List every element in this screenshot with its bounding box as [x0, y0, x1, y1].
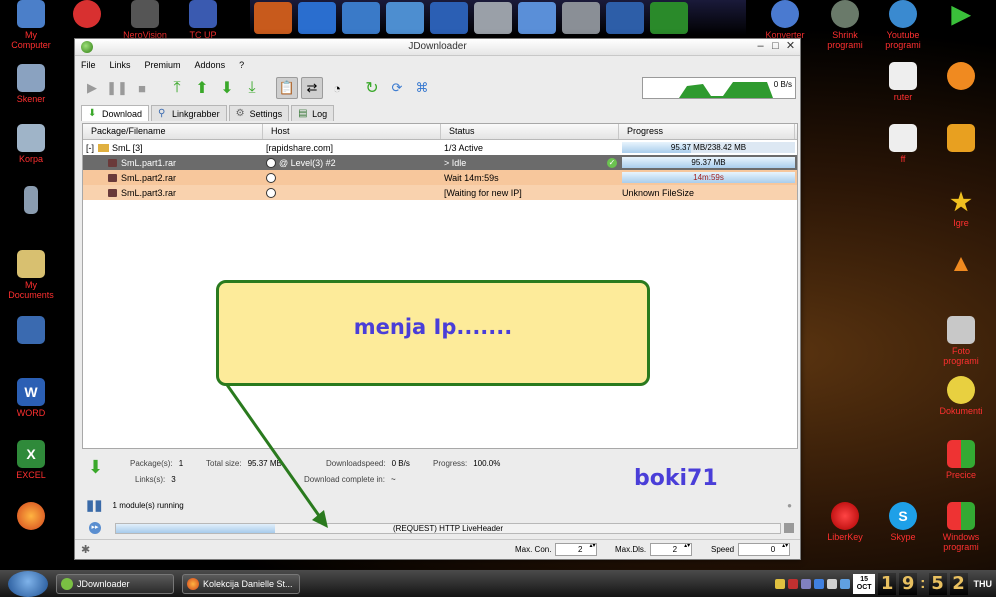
clock-digit: 1 [878, 572, 897, 595]
tray-key-icon[interactable] [775, 578, 786, 589]
callout-text: menja Ip....... [353, 315, 513, 339]
tray-network-icon[interactable] [801, 578, 812, 589]
jdownloader-logo-icon [61, 577, 73, 590]
annotation-callout: menja Ip....... [216, 280, 650, 386]
taskbar-item-firefox[interactable]: Kolekcija Danielle St... [182, 573, 300, 594]
start-button[interactable] [8, 570, 48, 597]
tray-volume-icon[interactable] [827, 578, 838, 589]
tray-update-icon[interactable] [840, 578, 851, 589]
author-signature: boki71 [634, 466, 718, 491]
clock-digit: 9 [899, 572, 918, 595]
clock-separator: : [920, 574, 926, 592]
firefox-icon [187, 577, 199, 590]
clock-digit: 5 [928, 572, 947, 595]
taskbar-item-jdownloader[interactable]: JDownloader [56, 573, 174, 594]
tray-app-icon[interactable] [788, 578, 799, 589]
tray-monitor-icon[interactable] [814, 578, 825, 589]
clock-day-of-week: THU [973, 578, 993, 589]
system-tray: 15 OCT 1 9 : 5 2 THU [775, 572, 992, 595]
taskbar: JDownloader Kolekcija Danielle St... 15 … [0, 570, 996, 597]
clock-digit: 2 [949, 572, 968, 595]
clock-date: 15 OCT [853, 573, 876, 594]
